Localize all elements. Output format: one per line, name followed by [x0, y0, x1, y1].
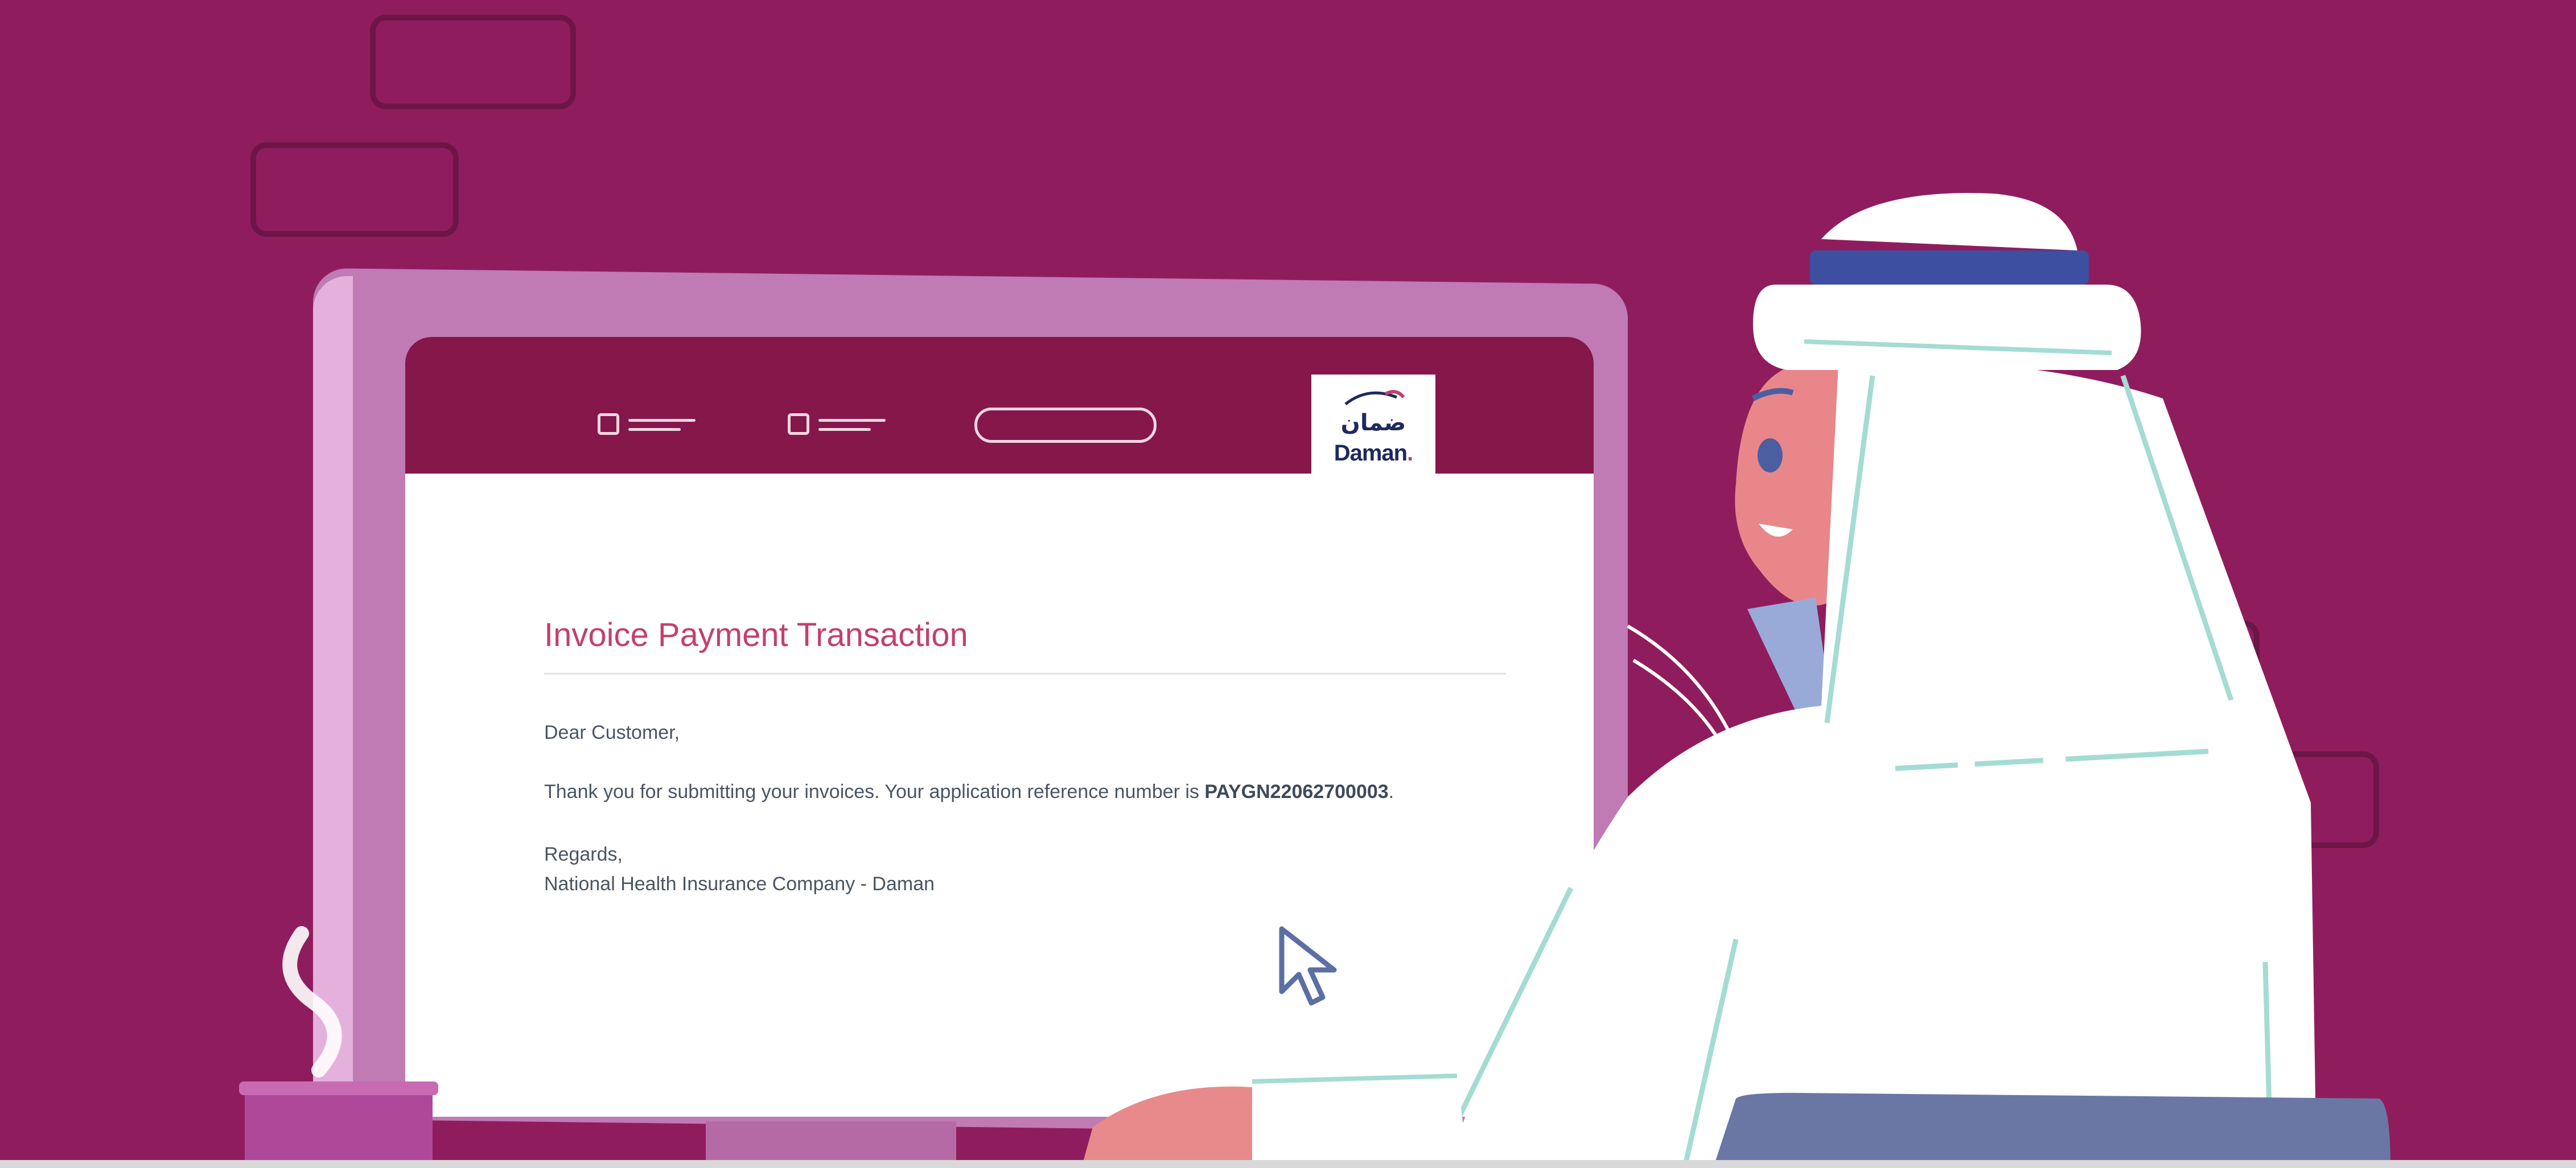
person-illustration	[1081, 193, 2390, 1168]
bottom-strip	[0, 1160, 2576, 1168]
